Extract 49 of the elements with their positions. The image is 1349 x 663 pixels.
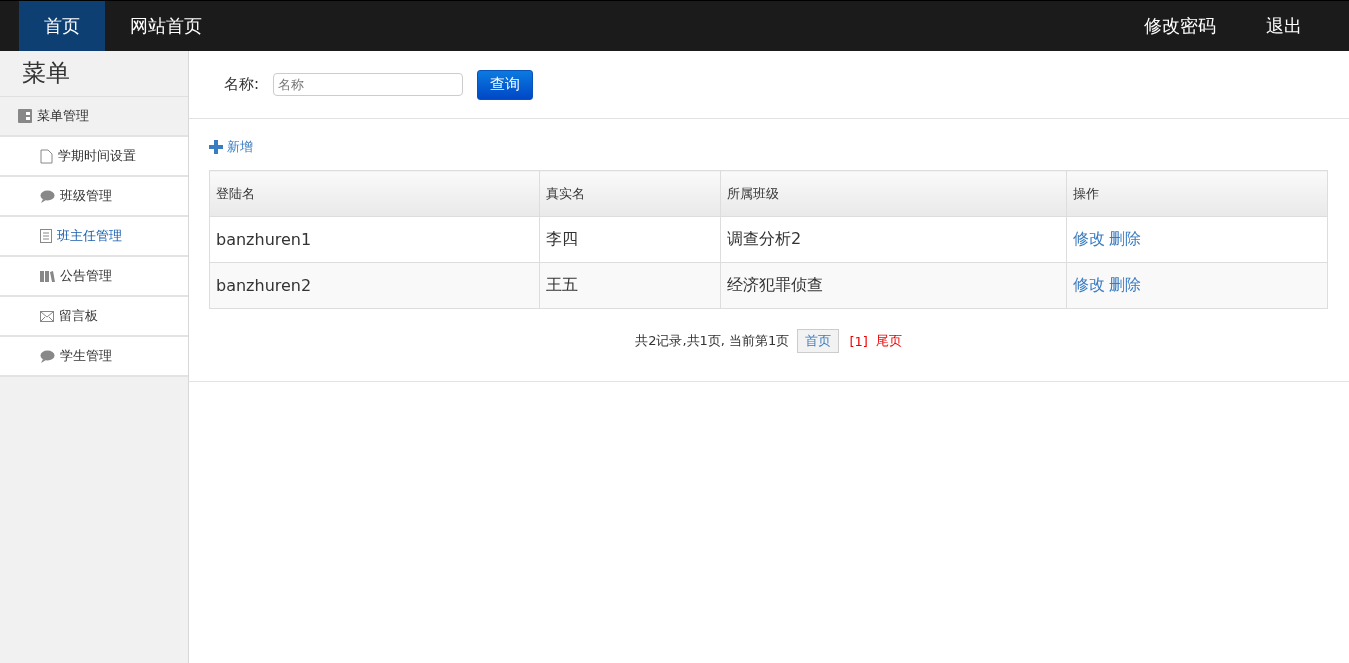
table-cell: 调查分析2	[720, 216, 1067, 263]
sidebar-item[interactable]: 学生管理	[0, 337, 188, 377]
sidebar-item-label: 学期时间设置	[58, 147, 136, 165]
speech-bubble-icon	[40, 189, 55, 203]
sidebar-item-label: 班主任管理	[57, 227, 122, 245]
sidebar-item[interactable]: 学期时间设置	[0, 137, 188, 177]
column-header: 真实名	[539, 170, 721, 217]
sidebar-item-label: 班级管理	[60, 187, 112, 205]
action-link[interactable]: 删除	[1109, 275, 1142, 296]
menu-group-label: 菜单管理	[37, 107, 89, 125]
books-icon	[40, 270, 55, 282]
nav-link[interactable]: 退出	[1241, 1, 1327, 51]
envelope-icon	[40, 310, 54, 322]
action-link[interactable]: 修改	[1073, 275, 1106, 296]
sidebar-item[interactable]: 班主任管理	[0, 217, 188, 257]
nav-link[interactable]: 修改密码	[1119, 1, 1241, 51]
sidebar-item-label: 公告管理	[60, 267, 112, 285]
list-icon	[40, 229, 52, 243]
document-icon	[40, 148, 53, 164]
sidebar-item-label: 留言板	[59, 307, 98, 325]
address-book-icon	[18, 109, 32, 123]
page-number-link[interactable]: [1]	[849, 333, 868, 349]
table-cell: banzhuren1	[209, 216, 540, 263]
action-link[interactable]: 修改	[1073, 229, 1106, 250]
nav-tab[interactable]: 首页	[19, 1, 105, 51]
table-cell: 经济犯罪侦查	[720, 262, 1067, 309]
column-header: 所属班级	[720, 170, 1067, 217]
column-header: 操作	[1067, 170, 1328, 217]
name-input-field[interactable]: 名称	[273, 73, 464, 96]
first-page-button[interactable]: 首页	[797, 329, 840, 353]
sidebar-item[interactable]: 留言板	[0, 297, 188, 337]
table-cell: 李四	[539, 216, 721, 263]
add-label: 新增	[227, 138, 253, 156]
action-link[interactable]: 删除	[1109, 229, 1142, 250]
sidebar-item-label: 学生管理	[60, 347, 112, 365]
table-cell: banzhuren2	[209, 262, 540, 309]
column-header: 登陆名	[209, 170, 540, 217]
speech-bubble-icon	[40, 349, 55, 363]
plus-icon	[209, 140, 223, 154]
sidebar-item[interactable]: 公告管理	[0, 257, 188, 297]
table-cell: 王五	[539, 262, 721, 309]
nav-tab[interactable]: 网站首页	[105, 1, 227, 51]
sidebar-item[interactable]: 班级管理	[0, 177, 188, 217]
add-link[interactable]: 新增	[209, 137, 253, 157]
name-label: 名称:	[224, 75, 260, 94]
query-button[interactable]: 查询	[477, 69, 534, 100]
last-page-link[interactable]: 尾页	[875, 332, 902, 350]
sidebar-title: 菜单	[0, 51, 188, 97]
pagination-summary: 共2记录,共1页, 当前第1页	[635, 332, 790, 350]
